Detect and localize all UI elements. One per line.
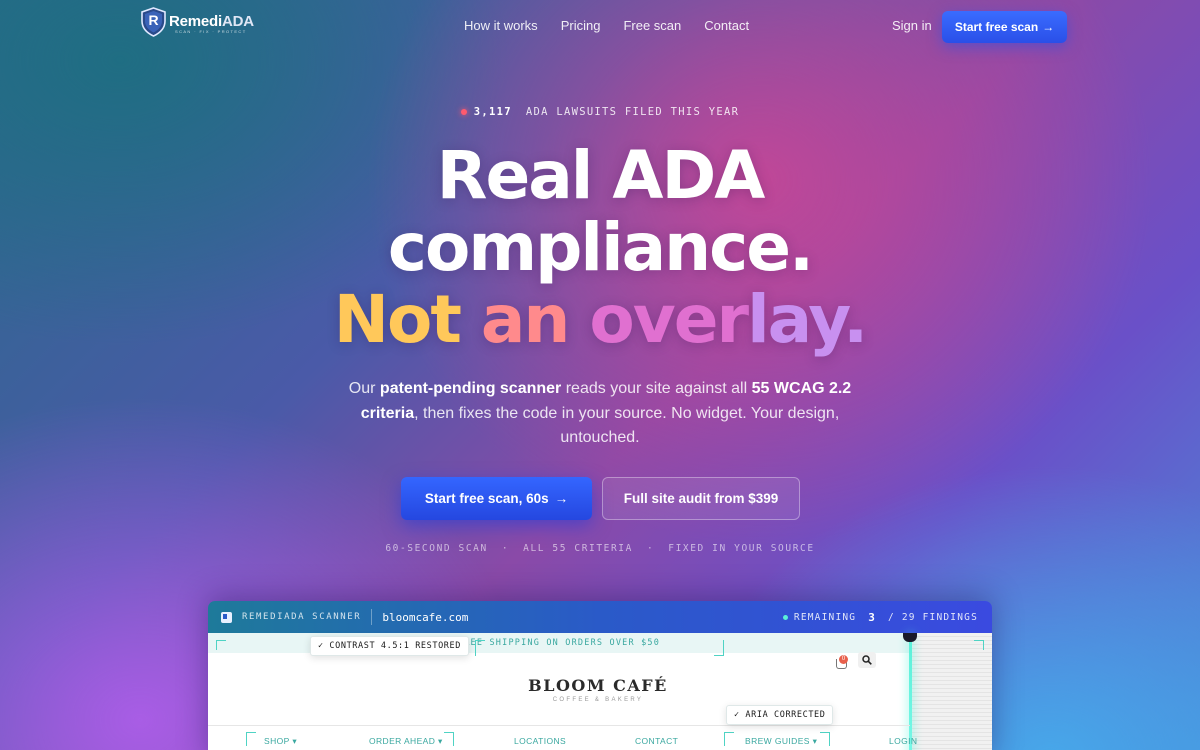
lawsuit-label: ADA LAWSUITS FILED THIS YEAR bbox=[525, 106, 740, 118]
arrow-right-icon: → bbox=[554, 491, 569, 506]
live-dot-icon bbox=[460, 109, 467, 115]
findings-status: REMAINING 3 / 29 FINDINGS bbox=[782, 611, 978, 624]
site-nav-label: SHOP bbox=[264, 736, 290, 746]
site-nav-item[interactable]: CONTACT bbox=[635, 736, 678, 746]
bracket-corner bbox=[216, 640, 226, 650]
site-nav-item[interactable]: LOCATIONS bbox=[514, 736, 566, 746]
logo[interactable]: R RemediADA SCAN · FIX · PROTECT bbox=[141, 7, 254, 37]
scanner-title: REMEDIADA SCANNER bbox=[242, 612, 362, 622]
scanner-header: REMEDIADA SCANNER bloomcafe.com REMAININ… bbox=[208, 601, 992, 633]
full-audit-button[interactable]: Full site audit from $399 bbox=[602, 477, 800, 520]
bracket-corner bbox=[820, 732, 830, 746]
sub-part-2: reads your site against all bbox=[561, 380, 752, 397]
site-nav: SHOP ▾ ORDER AHEAD ▾ LOCATIONS CONTACT B… bbox=[208, 725, 917, 750]
site-nav-item[interactable]: BREW GUIDES ▾ bbox=[745, 736, 817, 747]
findings-total: / 29 FINDINGS bbox=[888, 612, 978, 623]
sign-in-link[interactable]: Sign in bbox=[892, 18, 932, 33]
meta-separator: · bbox=[646, 543, 655, 554]
sub-bold-1: patent-pending scanner bbox=[379, 380, 562, 397]
start-free-scan-button[interactable]: Start free scan, 60s → bbox=[401, 477, 592, 520]
top-nav: R RemediADA SCAN · FIX · PROTECT How it … bbox=[0, 0, 1200, 54]
hero-subtext: Our patent-pending scanner reads your si… bbox=[330, 377, 870, 451]
site-preview: FREE SHIPPING ON ORDERS OVER $50 BLOOM C… bbox=[208, 633, 992, 750]
headline-word-an: an bbox=[459, 281, 571, 358]
headline-word-lay: lay. bbox=[747, 281, 868, 358]
nav-link-free-scan[interactable]: Free scan bbox=[623, 18, 681, 33]
nav-links: How it works Pricing Free scan Contact bbox=[464, 18, 749, 33]
fix-tag-contrast: ✓ CONTRAST 4.5:1 RESTORED bbox=[310, 636, 469, 656]
bracket-corner bbox=[974, 640, 984, 650]
cta-secondary-label: Full site audit from $399 bbox=[623, 491, 779, 506]
chevron-down-icon: ▾ bbox=[812, 736, 818, 746]
feature-meta: 60-SECOND SCAN · ALL 55 CRITERIA · FIXED… bbox=[0, 543, 1200, 554]
bracket-corner bbox=[246, 732, 256, 746]
remaining-count: 3 bbox=[868, 611, 877, 624]
bracket-corner bbox=[475, 640, 485, 656]
logo-wordmark: RemediADA bbox=[169, 13, 254, 30]
bracket-corner bbox=[714, 640, 724, 656]
meta-item: ALL 55 CRITERIA bbox=[523, 543, 633, 554]
logo-letter: R bbox=[148, 12, 159, 28]
site-nav-label: ORDER AHEAD bbox=[369, 736, 436, 746]
search-icon[interactable] bbox=[858, 652, 876, 668]
meta-item: 60-SECOND SCAN bbox=[385, 543, 488, 554]
sub-part-1: Our bbox=[348, 380, 380, 397]
status-dot-icon bbox=[782, 615, 788, 620]
chevron-down-icon: ▾ bbox=[292, 736, 297, 746]
nav-link-contact[interactable]: Contact bbox=[704, 18, 749, 33]
site-logo: BLOOM CAFÉ bbox=[528, 676, 668, 695]
headline-word-over: over bbox=[568, 281, 749, 358]
site-nav-label: BREW GUIDES bbox=[745, 736, 810, 746]
nav-link-pricing[interactable]: Pricing bbox=[561, 18, 601, 33]
arrow-right-icon: → bbox=[1042, 20, 1055, 34]
scanner-preview: REMEDIADA SCANNER bloomcafe.com REMAININ… bbox=[208, 601, 992, 750]
remaining-label: REMAINING bbox=[793, 612, 857, 623]
cart-count: 0 bbox=[839, 655, 848, 664]
sub-part-3: , then fixes the code in your source. No… bbox=[414, 404, 840, 447]
shield-logo-icon: R bbox=[141, 7, 166, 37]
nav-cta-label: Start free scan bbox=[954, 20, 1039, 34]
logo-tagline: SCAN · FIX · PROTECT bbox=[175, 29, 247, 34]
logo-word-1: Remedi bbox=[169, 13, 222, 30]
site-tagline: COFFEE & BAKERY bbox=[552, 697, 644, 703]
lawsuit-count: 3,117 bbox=[473, 106, 512, 118]
nav-link-how-it-works[interactable]: How it works bbox=[464, 18, 538, 33]
cta-primary-label: Start free scan, 60s bbox=[424, 491, 549, 506]
logo-word-2: ADA bbox=[222, 13, 254, 30]
site-nav-item[interactable]: SHOP ▾ bbox=[264, 736, 297, 747]
bracket-corner bbox=[444, 732, 454, 746]
headline-line-3: Not an overlay. bbox=[0, 283, 1200, 357]
site-nav-item[interactable]: LOGIN bbox=[889, 736, 917, 746]
fix-tag-aria: ✓ ARIA CORRECTED bbox=[726, 705, 834, 725]
scanned-domain: bloomcafe.com bbox=[382, 610, 469, 624]
scanner-icon bbox=[221, 611, 232, 623]
headline-word-not: Not bbox=[333, 281, 462, 358]
nav-start-scan-button[interactable]: Start free scan → bbox=[942, 11, 1067, 43]
chevron-down-icon: ▾ bbox=[438, 736, 443, 746]
headline-line-2: compliance. bbox=[387, 209, 814, 286]
lawsuit-counter: 3,117 ADA LAWSUITS FILED THIS YEAR bbox=[0, 106, 1200, 118]
site-nav-item[interactable]: ORDER AHEAD ▾ bbox=[369, 736, 443, 747]
divider bbox=[371, 609, 373, 625]
meta-item: FIXED IN YOUR SOURCE bbox=[668, 543, 815, 554]
bracket-corner bbox=[724, 732, 734, 746]
headline-line-1: Real ADA bbox=[436, 137, 766, 214]
meta-separator: · bbox=[501, 543, 510, 554]
